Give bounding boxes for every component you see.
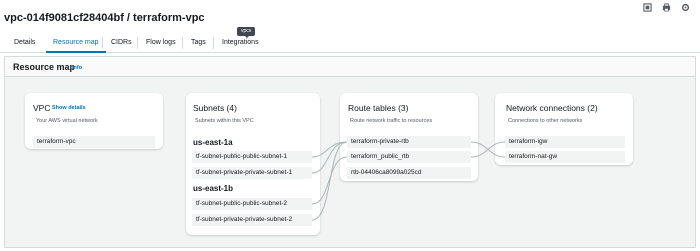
network-connections-card-subtitle: Connections to other networks xyxy=(508,118,583,124)
tab-divider xyxy=(182,37,183,49)
show-details-link[interactable]: Show details xyxy=(52,105,86,111)
vpc-card-title: VPC xyxy=(33,103,51,113)
tab-divider xyxy=(213,37,214,49)
tab-flow-logs[interactable]: Flow logs xyxy=(146,39,176,46)
route-tables-card: Route tables (3) Route network traffic t… xyxy=(340,93,478,181)
route-table-item[interactable]: rtb-04406ca8099a025cd xyxy=(347,167,471,179)
subnets-card-title: Subnets (4) xyxy=(193,103,237,113)
resource-map-title: Resource map xyxy=(13,62,76,72)
vpc-item[interactable]: terraform-vpc xyxy=(33,136,155,148)
az-label: us-east-1a xyxy=(193,138,233,147)
title-bar: vpc-014f9081cf28404bf / terraform-vpc xyxy=(0,0,700,32)
subnet-item[interactable]: tf-subnet-private-private-subnet-2 xyxy=(192,214,312,226)
subnet-item[interactable]: tf-subnet-public-public-subnet-2 xyxy=(192,198,312,210)
tab-integrations[interactable]: Integrations xyxy=(222,39,259,46)
vpc-card: VPC Show details Your AWS virtual networ… xyxy=(25,93,163,149)
tab-cidrs[interactable]: CIDRs xyxy=(111,39,132,46)
network-connections-card: Network connections (2) Connections to o… xyxy=(495,93,633,165)
active-tab-indicator xyxy=(46,51,106,53)
subnets-card: Subnets (4) Subnets within this VPC us-e… xyxy=(186,93,320,235)
tab-bar: Details Resource map CIDRs Flow logs Tag… xyxy=(0,32,700,53)
top-toolbar xyxy=(643,3,690,12)
page-title: vpc-014f9081cf28404bf / terraform-vpc xyxy=(4,12,205,24)
network-connections-card-title: Network connections (2) xyxy=(506,103,598,113)
route-table-item[interactable]: terraform_public_rtb xyxy=(347,151,471,163)
tab-resource-map[interactable]: Resource map xyxy=(53,39,99,46)
fullscreen-icon[interactable] xyxy=(643,3,652,12)
settings-icon[interactable] xyxy=(681,3,690,12)
route-tables-card-subtitle: Route network traffic to resources xyxy=(350,118,433,124)
network-connection-item[interactable]: terraform-nat-gw xyxy=(505,151,625,163)
tab-divider xyxy=(137,37,138,49)
az-label: us-east-1b xyxy=(193,184,234,193)
network-connection-item[interactable]: terraform-igw xyxy=(505,136,625,148)
subnet-item[interactable]: tf-subnet-private-private-subnet-1 xyxy=(192,167,312,179)
tab-details[interactable]: Details xyxy=(14,39,35,46)
vpc-card-subtitle: Your AWS virtual network xyxy=(36,118,98,124)
subnets-card-subtitle: Subnets within this VPC xyxy=(195,118,254,124)
subnet-item[interactable]: tf-subnet-public-public-subnet-1 xyxy=(192,151,312,163)
tab-tags[interactable]: Tags xyxy=(191,39,206,46)
route-table-item[interactable]: terraform-private-rtb xyxy=(347,136,471,148)
route-tables-card-title: Route tables (3) xyxy=(348,103,409,113)
print-icon[interactable] xyxy=(662,3,671,12)
info-link[interactable]: Info xyxy=(72,65,82,71)
tab-divider xyxy=(102,37,103,49)
resource-map-panel: Resource map Info VPC Show details Your … xyxy=(4,56,696,248)
resource-map-header: Resource map Info xyxy=(5,57,695,77)
